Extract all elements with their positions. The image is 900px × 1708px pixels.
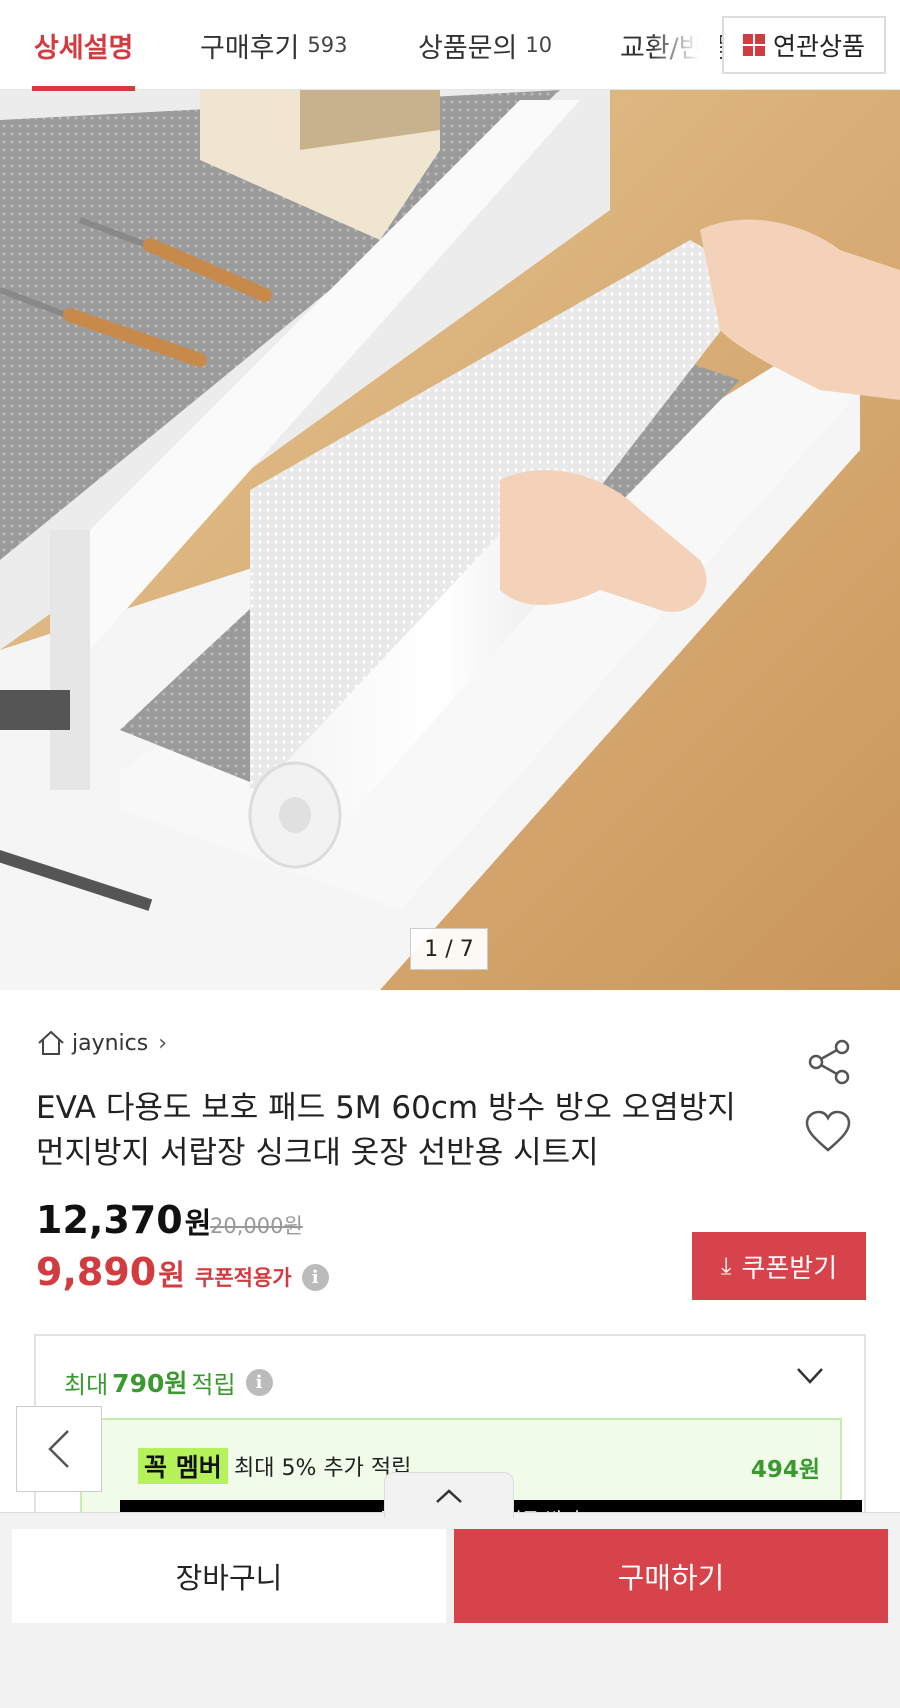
seller-name: jaynics: [72, 1030, 149, 1056]
expand-handle[interactable]: [384, 1472, 514, 1518]
grid-icon: [742, 34, 765, 56]
tab-count: 593: [307, 33, 348, 57]
product-title: EVA 다용도 보호 패드 5M 60cm 방수 방오 오염방지 먼지방지 서랍…: [36, 1090, 736, 1171]
share-icon[interactable]: [806, 1038, 852, 1086]
tab-reviews[interactable]: 구매후기 593: [200, 0, 347, 90]
tab-bar: 상세설명 구매후기593 상품문의10 교환/반품 연관상품: [0, 0, 900, 91]
original-price: 20,000원: [210, 1214, 303, 1238]
reward-amount: 790원: [112, 1369, 188, 1398]
reward-prefix: 최대: [64, 1370, 109, 1399]
coupon-note-label: 쿠폰적용가: [195, 1266, 292, 1290]
reward-header[interactable]: 최대 790원 적립 i: [64, 1364, 273, 1400]
product-image[interactable]: [0, 90, 900, 990]
sale-price-amount: 12,370: [36, 1198, 183, 1242]
add-to-cart-button[interactable]: 장바구니: [12, 1529, 446, 1623]
coupon-price: 9,890 원: [36, 1250, 185, 1294]
sale-price: 12,370 원: [36, 1198, 211, 1242]
get-coupon-button[interactable]: ⤓ 쿠폰받기: [692, 1232, 866, 1300]
back-button[interactable]: [16, 1406, 102, 1492]
info-icon[interactable]: i: [245, 1368, 273, 1396]
image-counter: 1 / 7: [410, 928, 488, 970]
tab-qna[interactable]: 상품문의 10: [418, 0, 552, 90]
tab-label: 구매후기: [200, 32, 300, 64]
member-amount: 494원: [750, 1457, 820, 1483]
tab-count: 10: [525, 33, 553, 57]
chevron-left-icon: [48, 1430, 69, 1468]
chevron-right-icon: ›: [158, 1030, 168, 1056]
heart-icon[interactable]: [804, 1110, 852, 1154]
buy-button[interactable]: 구매하기: [454, 1529, 888, 1623]
seller-link[interactable]: jaynics ›: [36, 1028, 167, 1058]
coupon-price-amount: 9,890: [36, 1250, 157, 1294]
tab-detail[interactable]: 상세설명: [31, 0, 136, 91]
coupon-note: 쿠폰적용가 i: [195, 1262, 329, 1292]
tab-fade: [650, 0, 720, 89]
tab-label: 상세설명: [34, 32, 134, 64]
reward-suffix: 적립: [191, 1370, 236, 1399]
get-coupon-label: 쿠폰받기: [741, 1253, 838, 1284]
member-badge: 꼭 멤버: [138, 1448, 228, 1484]
coupon-price-unit: 원: [158, 1258, 185, 1292]
tab-label: 상품문의: [418, 32, 518, 64]
download-icon: ⤓: [720, 1252, 732, 1280]
related-products-button[interactable]: 연관상품: [722, 16, 886, 74]
related-products-label: 연관상품: [772, 32, 865, 61]
chevron-up-icon: [436, 1488, 462, 1503]
home-icon: [38, 1030, 64, 1055]
chevron-down-icon[interactable]: [796, 1366, 824, 1386]
bottom-action-bar: 장바구니 구매하기: [0, 1512, 900, 1708]
sale-price-unit: 원: [184, 1206, 212, 1240]
product-photo-illustration: [0, 90, 900, 990]
info-icon[interactable]: i: [301, 1263, 329, 1291]
